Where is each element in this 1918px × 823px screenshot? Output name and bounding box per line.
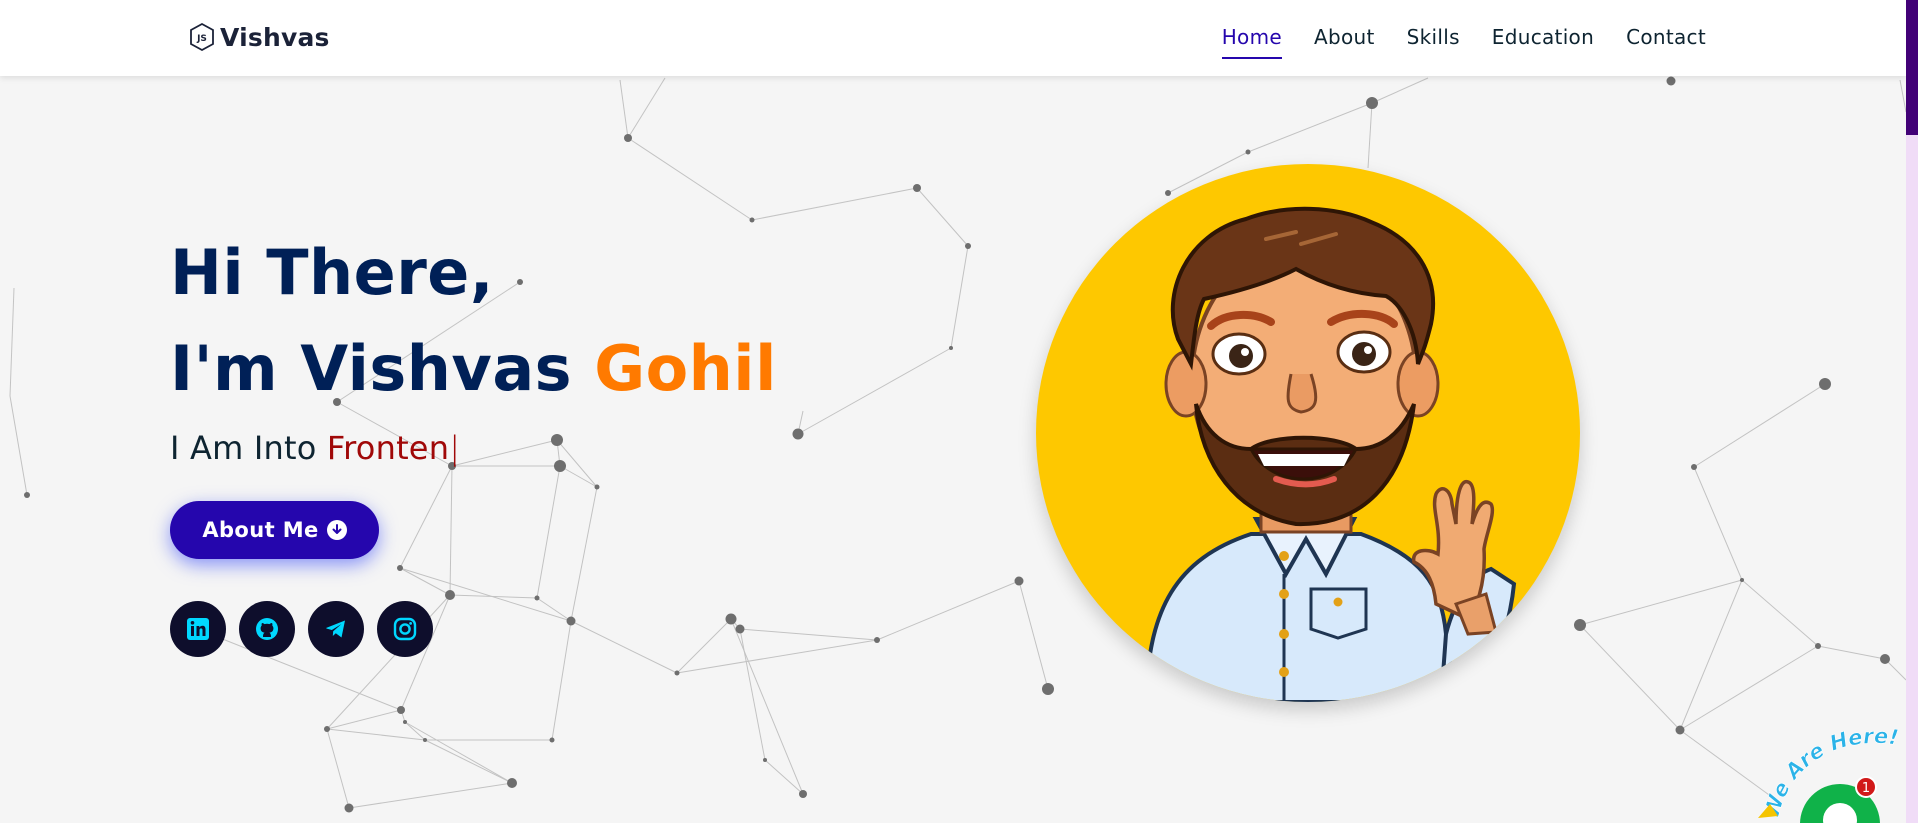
navbar: JS Vishvas Home About Skills Education C… xyxy=(0,0,1906,76)
brand-name: Vishvas xyxy=(220,22,330,52)
nodejs-hexagon-icon: JS xyxy=(190,22,214,52)
chat-notification-badge: 1 xyxy=(1862,781,1870,796)
chat-bubble-icon: We Are Here! 1 xyxy=(1758,724,1900,823)
greeting-line-1: Hi There, xyxy=(170,236,494,309)
typed-prefix: I Am Into xyxy=(170,429,317,467)
instagram-link[interactable] xyxy=(377,601,433,657)
instagram-icon xyxy=(393,617,417,641)
cartoon-avatar-illustration xyxy=(1143,206,1517,702)
linkedin-link[interactable] xyxy=(170,601,226,657)
arrow-circle-down-icon xyxy=(326,520,347,540)
nav-link-education[interactable]: Education xyxy=(1492,17,1594,59)
greeting-surname: Gohil xyxy=(594,332,777,405)
telegram-link[interactable] xyxy=(308,601,364,657)
profile-avatar xyxy=(1036,164,1580,702)
nav-link-about[interactable]: About xyxy=(1314,17,1375,59)
nav-link-home[interactable]: Home xyxy=(1221,17,1283,59)
hero-greeting: Hi There, I'm Vishvas Gohil xyxy=(170,225,777,417)
scrollbar-thumb[interactable] xyxy=(1906,0,1918,135)
typing-caret: | xyxy=(449,429,461,467)
typed-role: I Am Into Fronten| xyxy=(170,429,777,467)
nav-link-contact[interactable]: Contact xyxy=(1626,17,1706,59)
hero-section: Hi There, I'm Vishvas Gohil I Am Into Fr… xyxy=(170,225,777,657)
nav-links: Home About Skills Education Contact xyxy=(1221,0,1706,76)
page-scrollbar[interactable] xyxy=(1906,0,1918,823)
social-links xyxy=(170,601,777,657)
brand-logo[interactable]: JS Vishvas xyxy=(188,20,330,54)
nav-link-skills[interactable]: Skills xyxy=(1407,17,1460,59)
greeting-name: I'm Vishvas xyxy=(170,332,573,405)
typed-word: Fronten xyxy=(326,429,450,467)
chat-widget[interactable]: We Are Here! 1 xyxy=(1758,720,1906,823)
svg-text:JS: JS xyxy=(196,34,207,44)
about-me-button[interactable]: About Me xyxy=(170,501,379,559)
github-icon xyxy=(256,618,278,640)
telegram-icon xyxy=(326,620,345,638)
linkedin-icon xyxy=(187,618,209,640)
github-link[interactable] xyxy=(239,601,295,657)
about-me-button-label: About Me xyxy=(202,518,319,542)
